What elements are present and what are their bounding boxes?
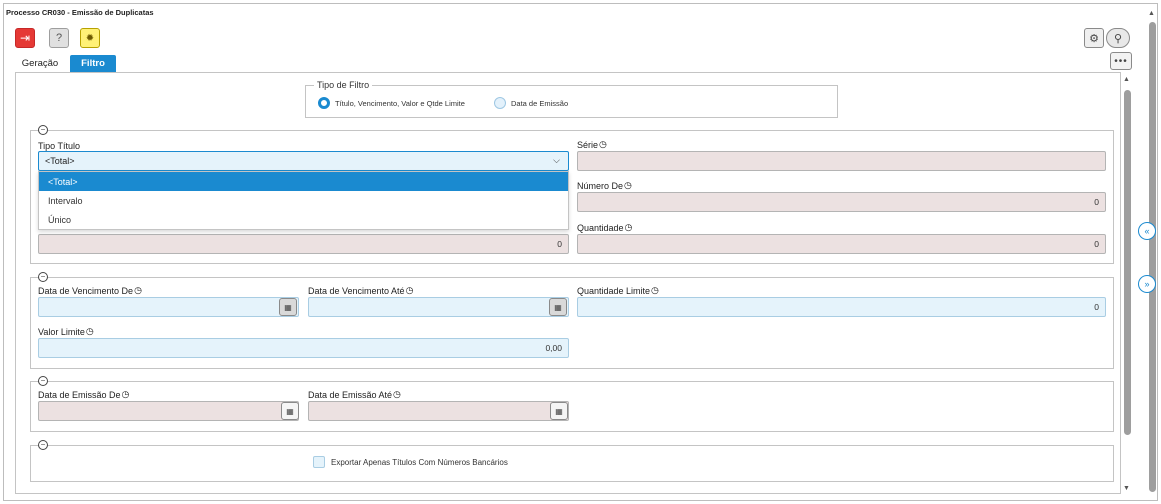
valor-limite-label: Valor Limite ◷ xyxy=(38,326,94,337)
emissao-de-field[interactable] xyxy=(38,401,299,421)
scroll-bottom-button[interactable]: » xyxy=(1138,275,1156,293)
quantidade-field[interactable]: 0 xyxy=(577,234,1106,254)
config-icon: ✹ xyxy=(85,32,95,44)
tipo-titulo-label: Tipo Título xyxy=(38,141,81,151)
venc-ate-label: Data de Vencimento Até ◷ xyxy=(308,285,414,296)
info-icon: ◷ xyxy=(121,389,130,399)
calendar-icon[interactable]: ▦ xyxy=(281,402,299,420)
info-icon: ◷ xyxy=(85,326,94,336)
quantidade-label: Quantidade ◷ xyxy=(577,222,633,233)
radio-data-emissao-label: Data de Emissão xyxy=(511,98,569,108)
help-button[interactable]: ? xyxy=(49,28,69,48)
window-scroll-thumb[interactable] xyxy=(1149,22,1156,492)
radio-data-emissao[interactable]: Data de Emissão xyxy=(494,97,568,109)
calendar-icon[interactable]: ▦ xyxy=(550,402,568,420)
collapse-section-titulo-icon[interactable]: − xyxy=(38,125,48,135)
option-intervalo[interactable]: Intervalo xyxy=(39,191,568,210)
collapse-section-exportar-icon[interactable]: − xyxy=(38,440,48,450)
numero-de-field[interactable]: 0 xyxy=(577,192,1106,212)
exportar-checkbox[interactable] xyxy=(313,456,325,468)
window-scroll-up-icon[interactable]: ▲ xyxy=(1148,10,1155,17)
serie-label: Série ◷ xyxy=(577,139,607,150)
radio-unselected-icon xyxy=(494,97,506,109)
radio-selected-icon xyxy=(318,97,330,109)
info-icon: ◷ xyxy=(599,139,607,149)
panel-scrollbar[interactable]: ▲ ▼ xyxy=(1121,72,1133,494)
numero-de-label: Número De ◷ xyxy=(577,180,632,191)
tipo-filtro-group: Tipo de Filtro Título, Vencimento, Valor… xyxy=(305,80,838,118)
gear-icon: ⚙ xyxy=(1089,32,1099,45)
section-exportar xyxy=(30,445,1114,482)
option-unico[interactable]: Único xyxy=(39,210,568,229)
tipo-filtro-legend: Tipo de Filtro xyxy=(314,80,373,90)
window-scrollbar[interactable]: ▲ xyxy=(1148,10,1157,500)
window-title: Processo CR030 - Emissão de Duplicatas xyxy=(6,8,154,17)
emissao-ate-label: Data de Emissão Até ◷ xyxy=(308,389,401,400)
tipo-titulo-select[interactable]: <Total> ⌵ xyxy=(38,151,569,171)
search-icon: ⚲ xyxy=(1113,32,1123,45)
collapse-section-vencimento-icon[interactable]: − xyxy=(38,272,48,282)
scroll-top-button[interactable]: « xyxy=(1138,222,1156,240)
info-icon: ◷ xyxy=(134,285,142,295)
exit-button[interactable]: ⇥ xyxy=(15,28,35,48)
radio-titulo-vencimento[interactable]: Título, Vencimento, Valor e Qtde Limite xyxy=(318,97,465,109)
settings-button[interactable]: ⚙ xyxy=(1084,28,1104,48)
radio-titulo-label: Título, Vencimento, Valor e Qtde Limite xyxy=(335,98,465,108)
numero-ate-field[interactable]: 0 xyxy=(38,234,569,254)
search-button[interactable]: ⚲ xyxy=(1106,28,1130,48)
emissao-ate-field[interactable] xyxy=(308,401,569,421)
info-icon: ◷ xyxy=(624,180,632,190)
more-options-button[interactable]: ••• xyxy=(1110,52,1132,70)
tab-filtro[interactable]: Filtro xyxy=(70,55,116,72)
serie-field[interactable] xyxy=(577,151,1106,171)
info-icon: ◷ xyxy=(393,389,401,399)
qtd-limite-label: Quantidade Limite ◷ xyxy=(577,285,659,296)
tipo-titulo-value: <Total> xyxy=(45,156,75,166)
calendar-icon[interactable]: ▦ xyxy=(279,298,297,316)
exit-icon: ⇥ xyxy=(19,31,31,45)
qtd-limite-field[interactable]: 0 xyxy=(577,297,1106,317)
double-chevron-down-icon: » xyxy=(1144,279,1150,289)
info-icon: ◷ xyxy=(651,285,659,295)
config-button[interactable]: ✹ xyxy=(80,28,100,48)
double-chevron-up-icon: « xyxy=(1144,226,1150,236)
emissao-de-label: Data de Emissão De ◷ xyxy=(38,389,130,400)
more-icon: ••• xyxy=(1114,55,1128,67)
venc-de-label: Data de Vencimento De ◷ xyxy=(38,285,142,296)
venc-de-field[interactable] xyxy=(38,297,299,317)
calendar-icon[interactable]: ▦ xyxy=(549,298,567,316)
valor-limite-field[interactable]: 0,00 xyxy=(38,338,569,358)
chevron-down-icon: ⌵ xyxy=(553,155,560,165)
collapse-section-emissao-icon[interactable]: − xyxy=(38,376,48,386)
exportar-checkbox-label: Exportar Apenas Títulos Com Números Banc… xyxy=(331,458,508,467)
info-icon: ◷ xyxy=(405,285,414,295)
scroll-up-icon[interactable]: ▲ xyxy=(1123,76,1130,83)
help-icon: ? xyxy=(55,32,63,44)
scroll-down-icon[interactable]: ▼ xyxy=(1123,485,1130,492)
tipo-titulo-dropdown: <Total> Intervalo Único xyxy=(38,171,569,230)
info-icon: ◷ xyxy=(624,222,633,232)
tab-geracao[interactable]: Geração xyxy=(14,55,66,72)
venc-ate-field[interactable] xyxy=(308,297,569,317)
scroll-thumb[interactable] xyxy=(1124,90,1131,435)
option-total[interactable]: <Total> xyxy=(39,172,568,191)
